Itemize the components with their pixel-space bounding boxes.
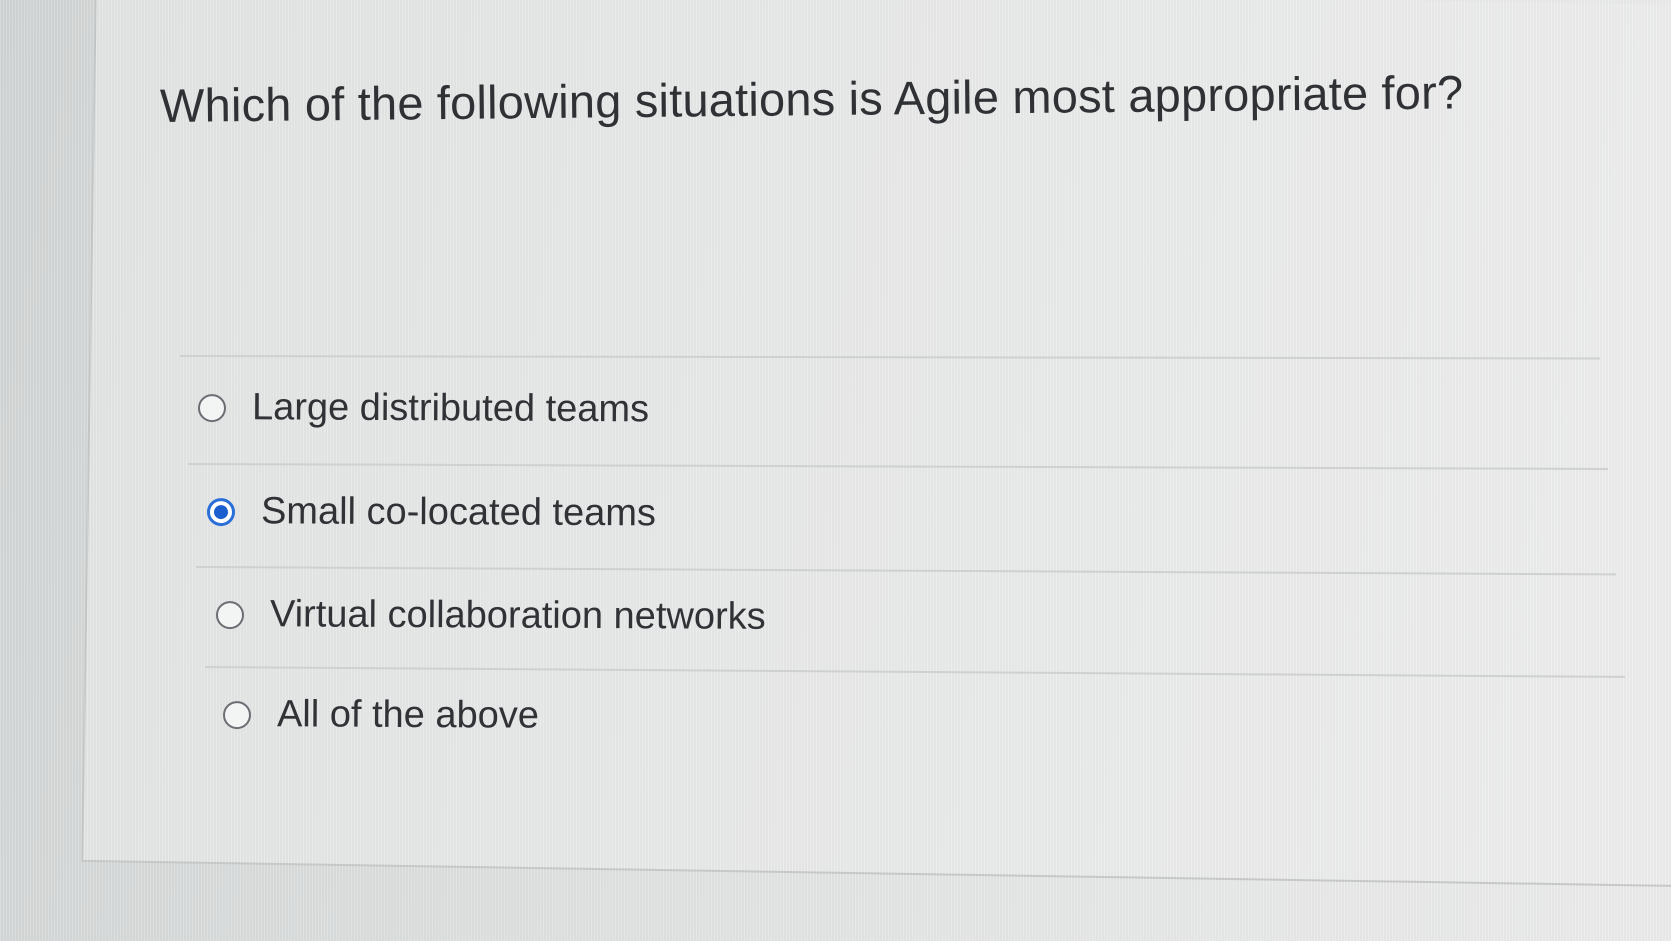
option-label: Small co-located teams: [260, 490, 657, 535]
option-label: Large distributed teams: [251, 386, 650, 431]
radio-virtual-collaboration-networks[interactable]: [215, 600, 245, 629]
option-small-co-located-teams[interactable]: Small co-located teams: [206, 490, 657, 535]
option-virtual-collaboration-networks[interactable]: Virtual collaboration networks: [215, 593, 766, 639]
radio-small-co-located-teams[interactable]: [206, 497, 236, 526]
radio-all-of-the-above[interactable]: [222, 700, 252, 729]
question-card: [81, 0, 1671, 888]
option-label: Virtual collaboration networks: [269, 593, 766, 638]
option-all-of-the-above[interactable]: All of the above: [222, 693, 540, 738]
radio-large-distributed-teams[interactable]: [197, 393, 227, 422]
option-label: All of the above: [276, 693, 540, 737]
option-large-distributed-teams[interactable]: Large distributed teams: [197, 386, 650, 431]
